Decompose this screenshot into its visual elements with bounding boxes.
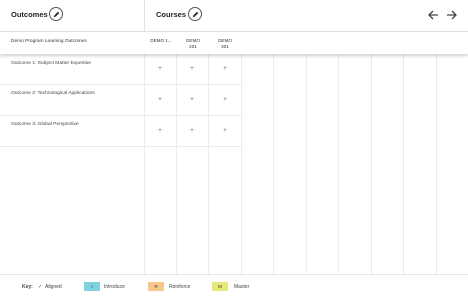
- legend-master-swatch: M: [212, 282, 228, 291]
- header-divider: [144, 0, 145, 31]
- matrix-column-header: Demo Program Learning Outcomes DEMO 1...…: [0, 32, 468, 54]
- add-alignment-button[interactable]: +: [220, 66, 230, 72]
- add-alignment-button[interactable]: +: [155, 66, 165, 72]
- course-code: DEMO 1...: [150, 38, 172, 43]
- row-divider: [0, 115, 241, 116]
- add-alignment-button[interactable]: +: [220, 128, 230, 134]
- row-divider: [0, 84, 241, 85]
- add-alignment-button[interactable]: +: [187, 66, 197, 72]
- edit-outcomes-button[interactable]: [49, 7, 63, 21]
- legend-aligned-label: Aligned: [45, 284, 62, 290]
- check-icon: ✓: [38, 284, 43, 290]
- add-alignment-button[interactable]: +: [220, 97, 230, 103]
- legend-key-label: Key:: [22, 284, 33, 290]
- outcome-label[interactable]: Outcome 1: Subject Matter Expertise: [11, 61, 141, 66]
- outcome-label[interactable]: Outcome 2: Technological Applications: [11, 91, 141, 96]
- legend-reinforce-swatch: R: [148, 282, 164, 291]
- grid-line: [241, 54, 242, 274]
- arrow-right-icon[interactable]: [446, 9, 458, 21]
- courses-title: Courses: [156, 10, 187, 19]
- outcomes-title: Outcomes: [11, 10, 48, 19]
- legend-introduce-label: Introduce: [104, 284, 125, 290]
- add-alignment-button[interactable]: +: [187, 97, 197, 103]
- course-header-demo-201[interactable]: DEMO 201: [177, 38, 209, 50]
- legend-introduce-swatch: I: [84, 282, 100, 291]
- grid-line: [273, 54, 274, 274]
- grid-line: [436, 54, 437, 274]
- add-alignment-button[interactable]: +: [187, 128, 197, 134]
- course-number: 201: [189, 44, 197, 49]
- row-divider: [0, 146, 241, 147]
- arrow-left-icon[interactable]: [427, 9, 439, 21]
- grid-line: [208, 54, 209, 274]
- add-alignment-button[interactable]: +: [155, 128, 165, 134]
- course-header-demo-301[interactable]: DEMO 301: [209, 38, 241, 50]
- legend-bar: Key: ✓ Aligned I Introduce R Reinforce M…: [0, 274, 468, 298]
- course-number: 301: [221, 44, 229, 49]
- legend-reinforce-label: Reinforce: [169, 284, 191, 290]
- grid-line: [144, 54, 145, 274]
- grid-line: [176, 54, 177, 274]
- alignment-matrix: Outcome 1: Subject Matter Expertise + + …: [0, 54, 468, 274]
- grid-line: [403, 54, 404, 274]
- top-bar: Outcomes Courses: [0, 0, 468, 32]
- program-label: Demo Program Learning Outcomes: [11, 39, 87, 44]
- course-header-demo-1[interactable]: DEMO 1...: [145, 38, 177, 44]
- edit-courses-button[interactable]: [188, 7, 202, 21]
- grid-line: [338, 54, 339, 274]
- pencil-icon: [192, 11, 199, 18]
- grid-line: [306, 54, 307, 274]
- pencil-icon: [53, 11, 60, 18]
- grid-line: [371, 54, 372, 274]
- outcome-label[interactable]: Outcome 3: Global Perspective: [11, 122, 141, 127]
- add-alignment-button[interactable]: +: [155, 97, 165, 103]
- legend-master-label: Master: [234, 284, 250, 290]
